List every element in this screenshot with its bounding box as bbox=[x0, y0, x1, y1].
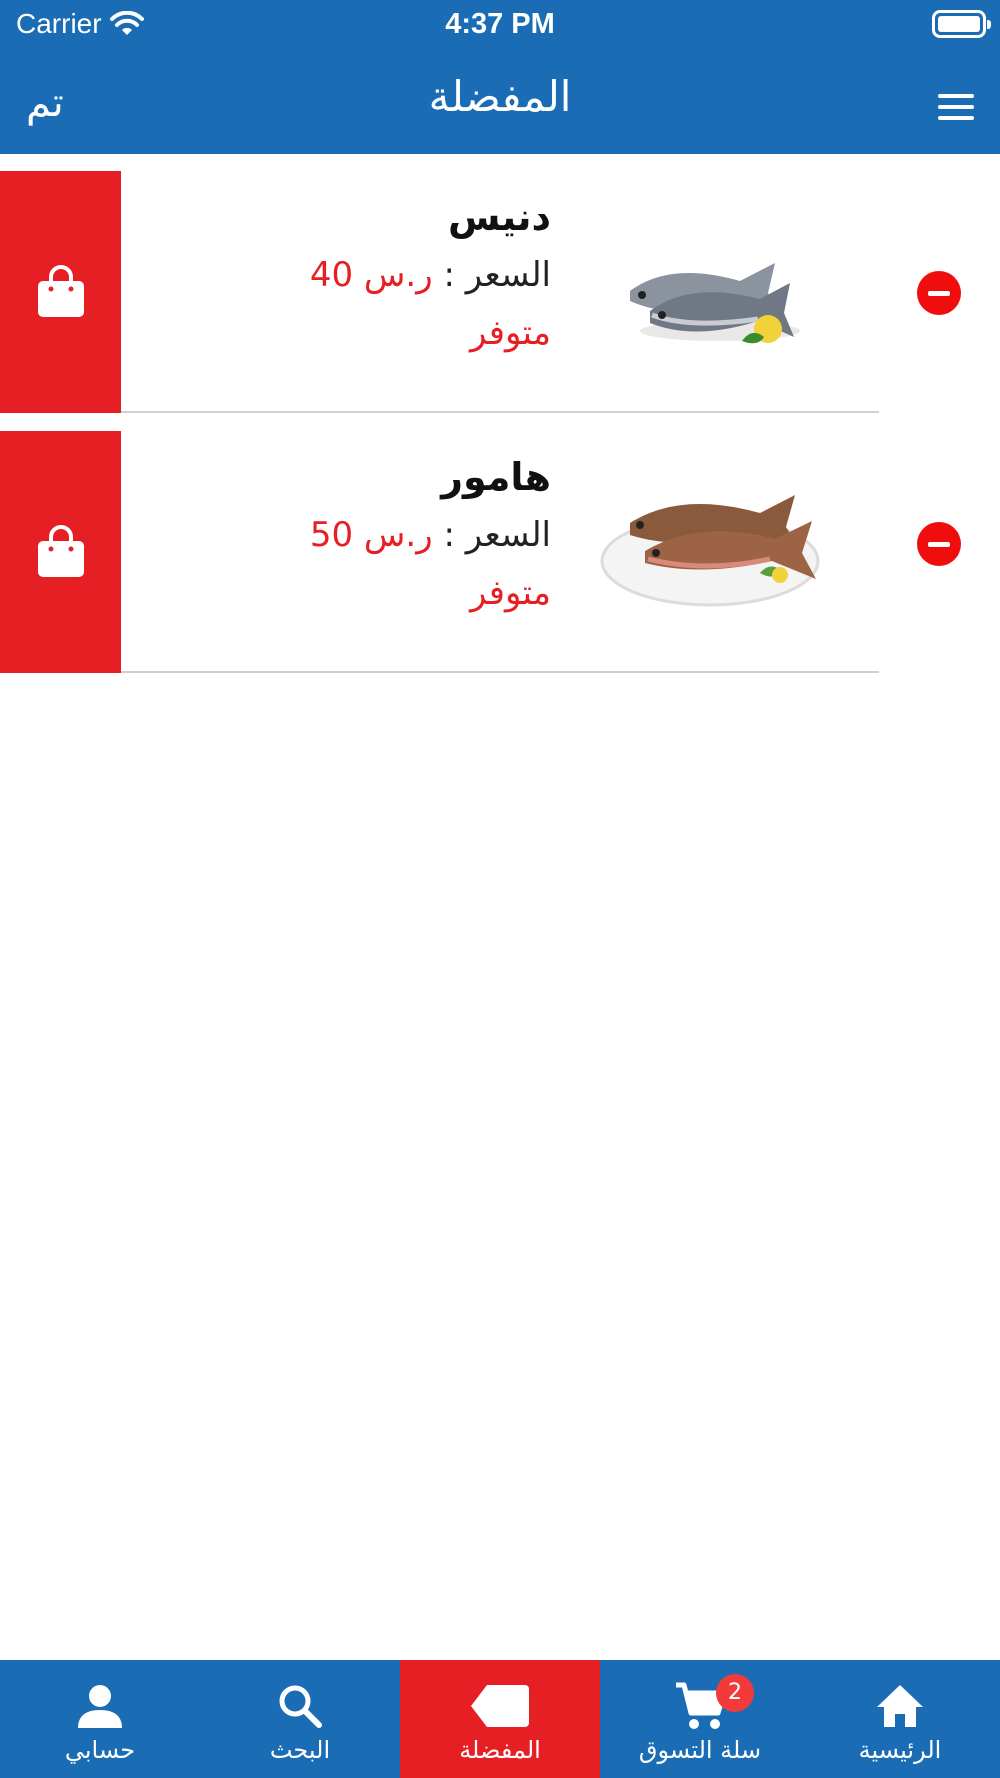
add-to-cart-button[interactable] bbox=[0, 171, 121, 413]
tab-search[interactable]: البحث bbox=[200, 1660, 400, 1778]
price-row: السعر : ر.س 40 bbox=[151, 245, 551, 305]
tab-label: سلة التسوق bbox=[638, 1736, 762, 1764]
fish-image[interactable] bbox=[590, 201, 830, 381]
tab-label: حسابي bbox=[64, 1736, 136, 1764]
item-info: دنيس السعر : ر.س 40 متوفر bbox=[151, 189, 551, 361]
availability-status: متوفر bbox=[469, 573, 551, 613]
price-value: ر.س 50 bbox=[309, 515, 433, 555]
shopping-bag-icon bbox=[37, 525, 84, 577]
item-name: هامور bbox=[441, 455, 551, 499]
add-to-cart-button[interactable] bbox=[0, 431, 121, 673]
tab-label: البحث bbox=[269, 1736, 331, 1764]
home-icon bbox=[877, 1685, 923, 1727]
cart-badge: 2 bbox=[716, 1674, 754, 1712]
divider bbox=[121, 671, 879, 673]
shopping-bag-icon bbox=[37, 265, 84, 317]
tab-cart[interactable]: 2 سلة التسوق bbox=[600, 1660, 800, 1778]
price-label: السعر : bbox=[443, 515, 551, 555]
tab-label: المفضلة bbox=[459, 1736, 541, 1764]
item-info: هامور السعر : ر.س 50 متوفر bbox=[151, 449, 551, 621]
tab-account[interactable]: حسابي bbox=[0, 1660, 200, 1778]
price-value: ر.س 40 bbox=[309, 255, 433, 295]
availability-status: متوفر bbox=[469, 313, 551, 353]
price-row: السعر : ر.س 50 bbox=[151, 505, 551, 565]
tab-home[interactable]: الرئيسية bbox=[800, 1660, 1000, 1778]
remove-button[interactable] bbox=[917, 522, 961, 566]
tab-favorites[interactable]: المفضلة bbox=[400, 1660, 600, 1778]
list-item: دنيس السعر : ر.س 40 متوفر bbox=[0, 171, 1000, 413]
search-icon bbox=[279, 1685, 322, 1728]
item-name: دنيس bbox=[448, 195, 551, 239]
page-title: المفضلة bbox=[428, 72, 572, 121]
menu-icon[interactable] bbox=[938, 94, 974, 120]
remove-button[interactable] bbox=[917, 271, 961, 315]
battery-icon bbox=[932, 10, 991, 38]
tab-label: الرئيسية bbox=[858, 1736, 942, 1764]
person-icon bbox=[78, 1685, 122, 1728]
status-time: 4:37 PM bbox=[445, 8, 555, 40]
divider bbox=[121, 411, 879, 413]
list-item: هامور السعر : ر.س 50 متوفر bbox=[0, 431, 1000, 673]
header: Carrier 4:37 PM تم المفضلة bbox=[0, 0, 1000, 154]
fish-image[interactable] bbox=[590, 461, 830, 641]
price-label: السعر : bbox=[443, 255, 551, 295]
tab-bar: حسابي البحث المفضلة 2 سلة التسوق الرئيسي… bbox=[0, 1660, 1000, 1778]
tag-icon bbox=[471, 1685, 529, 1727]
